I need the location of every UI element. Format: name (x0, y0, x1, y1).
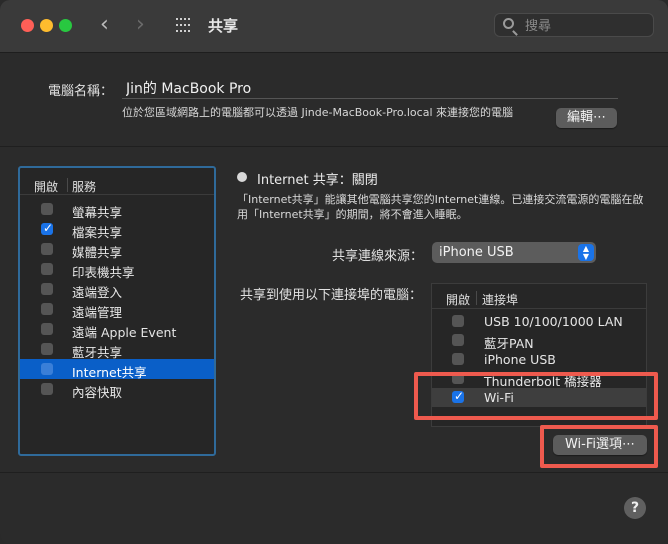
title-bar: ‹ › 共享 (0, 0, 668, 53)
services-list-header: 開啟 服務 (20, 174, 214, 195)
checkbox[interactable] (41, 263, 53, 275)
share-source-value: iPhone USB (439, 245, 514, 260)
service-row-screen-sharing[interactable]: 螢幕共享 (20, 199, 214, 220)
minimize-window-button[interactable] (40, 19, 53, 32)
checkmark-icon: ✓ (43, 221, 54, 235)
checkbox[interactable] (41, 363, 53, 375)
ports-list-header: 開啟 連接埠 (432, 288, 646, 309)
header-on: 開啟 (446, 293, 471, 307)
header-on: 開啟 (34, 180, 59, 194)
computer-name-description: 位於您區域網路上的電腦都可以透過 Jinde-MacBook-Pro.local… (122, 106, 513, 119)
search-input[interactable] (523, 16, 647, 36)
status-indicator-icon (237, 172, 247, 182)
port-row-usb-lan[interactable]: USB 10/100/1000 LAN (432, 312, 646, 331)
checkbox[interactable] (41, 303, 53, 315)
wifi-options-highlight-box (540, 425, 658, 468)
bottom-divider (0, 472, 668, 473)
service-row-remote-login[interactable]: 遠端登入 (20, 279, 214, 300)
checkbox[interactable] (452, 315, 464, 327)
show-all-grid-icon[interactable] (176, 18, 192, 34)
service-row-internet-sharing[interactable]: Internet共享 (20, 359, 214, 380)
port-row-bluetooth-pan[interactable]: 藍牙PAN (432, 331, 646, 351)
service-row-remote-management[interactable]: 遠端管理 (20, 299, 214, 320)
service-row-file-sharing[interactable]: ✓ 檔案共享 (20, 219, 214, 240)
service-row-media-sharing[interactable]: 媒體共享 (20, 239, 214, 260)
section-divider (0, 146, 668, 147)
checkbox[interactable] (41, 203, 53, 215)
edit-button[interactable]: 編輯⋯ (556, 108, 617, 128)
back-chevron-icon[interactable]: ‹ (100, 12, 109, 38)
search-field[interactable] (494, 13, 654, 37)
checkbox[interactable] (41, 283, 53, 295)
service-row-printer-sharing[interactable]: 印表機共享 (20, 259, 214, 280)
updown-chevron-icon: ▲ ▼ (578, 244, 594, 261)
zoom-window-button[interactable] (59, 19, 72, 32)
checkbox[interactable] (41, 323, 53, 335)
checkbox[interactable] (41, 383, 53, 395)
checkbox[interactable] (41, 243, 53, 255)
checkbox[interactable] (41, 343, 53, 355)
ports-label: 共享到使用以下連接埠的電腦： (240, 288, 423, 303)
service-status: Internet 共享：關閉 (257, 173, 378, 188)
service-row-content-caching[interactable]: 內容快取 (20, 379, 214, 400)
computer-name-input[interactable] (122, 77, 618, 99)
service-row-remote-apple-events[interactable]: 遠端 Apple Event (20, 319, 214, 340)
wifi-row-highlight-box (414, 372, 658, 420)
help-button[interactable]: ? (624, 497, 646, 519)
port-row-iphone-usb[interactable]: iPhone USB (432, 350, 646, 369)
service-row-bluetooth-sharing[interactable]: 藍牙共享 (20, 339, 214, 360)
checkbox-checked[interactable]: ✓ (41, 221, 54, 235)
close-window-button[interactable] (21, 19, 34, 32)
checkbox[interactable] (452, 353, 464, 365)
search-icon (503, 18, 514, 29)
service-description: 「Internet共享」能讓其他電腦共享您的Internet連線。已連接交流電源… (237, 193, 644, 221)
window-title: 共享 (208, 17, 239, 35)
services-list: 開啟 服務 螢幕共享 ✓ 檔案共享 媒體共享 印表機共享 遠端登入 遠端管理 遠端… (18, 166, 216, 456)
forward-chevron-icon[interactable]: › (136, 12, 145, 38)
sharing-window: ‹ › 共享 電腦名稱： 位於您區域網路上的電腦都可以透過 Jinde-MacB… (0, 0, 668, 544)
share-source-label: 共享連線來源： (332, 249, 424, 264)
header-port: 連接埠 (482, 293, 519, 307)
header-service: 服務 (72, 180, 97, 194)
share-source-select[interactable]: iPhone USB ▲ ▼ (432, 242, 596, 263)
checkbox[interactable] (452, 334, 464, 346)
computer-name-label: 電腦名稱： (48, 84, 114, 99)
